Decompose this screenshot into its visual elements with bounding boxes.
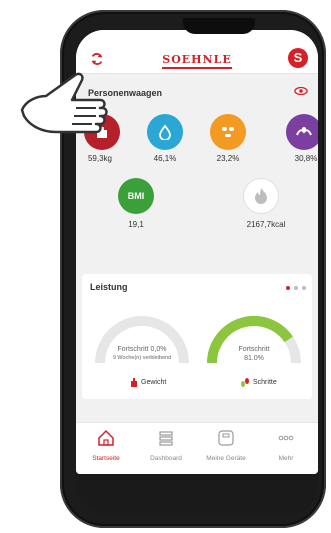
eye-icon[interactable]: [294, 86, 308, 96]
muscle-icon: [296, 127, 312, 136]
metric-weight-value: 59,3kg: [87, 154, 113, 163]
metric-bmi-value: 19,1: [128, 220, 144, 229]
phone-bottom-bezel: [76, 474, 318, 514]
legend-steps-label: Schritte: [253, 379, 277, 386]
stage: SOEHNLE S Personenwaagen 59,3kg 46,1% 23…: [0, 0, 331, 533]
tab-dashboard[interactable]: Dashboard: [136, 429, 196, 462]
dashboard-icon: [159, 431, 173, 446]
weight-progress-remaining: 9 Woche(n) verbleibend: [112, 355, 172, 361]
pointing-hand-icon: [20, 72, 108, 134]
tab-dashboard-label: Dashboard: [150, 455, 182, 462]
bmi-icon: BMI: [127, 191, 145, 201]
metric-calories[interactable]: [243, 178, 279, 214]
pager-dot[interactable]: [302, 286, 306, 290]
legend-steps: Schritte: [240, 378, 277, 387]
metric-bmi[interactable]: BMI: [118, 178, 154, 214]
metric-muscle-value: 30,8%: [294, 154, 318, 163]
tab-meine-geraete-label: Meine Geräte: [206, 455, 246, 462]
pager-dot[interactable]: [294, 286, 298, 290]
top-bar: SOEHNLE S: [76, 30, 318, 74]
tab-meine-geraete[interactable]: Meine Geräte: [196, 429, 256, 462]
weight-icon: [131, 378, 137, 387]
weight-progress-label: Fortschritt 0,0%: [117, 346, 167, 353]
metric-water-value: 46,1%: [153, 154, 177, 163]
home-icon: [98, 429, 114, 446]
pager-dots[interactable]: [286, 286, 306, 290]
tab-mehr[interactable]: Mehr: [256, 429, 316, 462]
leistung-card[interactable]: Leistung Fortschritt 0,0% 9 Woche(n) ver…: [82, 274, 312, 399]
pager-dot-active[interactable]: [286, 286, 290, 290]
tab-startseite[interactable]: Startseite: [76, 429, 136, 462]
steps-progress-value: 81.0%: [244, 355, 264, 362]
fat-face-icon: [222, 127, 234, 137]
brand-logo: SOEHNLE: [76, 53, 318, 69]
metric-muscle[interactable]: [286, 114, 318, 150]
metric-fat[interactable]: [210, 114, 246, 150]
tab-startseite-label: Startseite: [92, 455, 120, 462]
more-icon: [278, 435, 294, 441]
legend-weight-label: Gewicht: [141, 379, 167, 386]
tab-mehr-label: Mehr: [278, 455, 294, 462]
water-drop-icon: [159, 124, 171, 140]
metric-calories-value: 2167,7kcal: [246, 220, 286, 229]
flame-icon: [255, 188, 267, 204]
scale-device-icon: [218, 430, 234, 446]
profile-logo-button[interactable]: S: [288, 48, 308, 68]
leistung-title: Leistung: [90, 282, 128, 292]
steps-progress-label: Fortschritt: [238, 346, 270, 353]
phone-notch: [183, 18, 255, 34]
footsteps-icon: [241, 378, 249, 387]
legend-weight: Gewicht: [130, 378, 166, 387]
metric-fat-value: 23,2%: [216, 154, 240, 163]
metric-water[interactable]: [147, 114, 183, 150]
bottom-tab-bar: Startseite Dashboard Meine Geräte Mehr: [76, 422, 318, 474]
